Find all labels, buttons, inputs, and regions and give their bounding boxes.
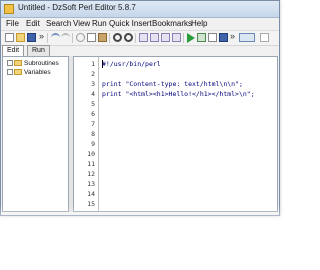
toolbar-separator xyxy=(183,33,184,43)
toolbar-overflow-icon[interactable]: » xyxy=(39,31,44,41)
line-number: 14 xyxy=(87,190,95,198)
line-number: 13 xyxy=(87,180,95,188)
menu-help[interactable]: Help xyxy=(191,19,207,28)
line-number: 10 xyxy=(87,150,95,158)
menu-search[interactable]: Search xyxy=(46,19,71,28)
find-icon[interactable] xyxy=(113,33,122,42)
save-output-icon[interactable] xyxy=(219,33,228,42)
undo-icon[interactable] xyxy=(51,33,60,42)
code-explorer-panel: Subroutines Variables xyxy=(2,56,69,212)
find-next-icon[interactable] xyxy=(124,33,133,42)
expand-box-icon[interactable] xyxy=(7,60,13,67)
line-number: 11 xyxy=(87,160,95,168)
line-number: 9 xyxy=(91,140,95,148)
save-icon[interactable] xyxy=(27,33,36,42)
redo-icon[interactable] xyxy=(61,33,70,42)
line-number: 8 xyxy=(91,130,95,138)
tab-run[interactable]: Run xyxy=(27,45,50,56)
expand-box-icon[interactable] xyxy=(7,69,13,76)
view-toggle-icon[interactable] xyxy=(239,33,255,42)
line-number: 5 xyxy=(91,100,95,108)
tree-item-label: Variables xyxy=(24,69,51,76)
line-number: 6 xyxy=(91,110,95,118)
cut-icon[interactable] xyxy=(76,33,85,42)
open-folder-icon[interactable] xyxy=(16,33,25,42)
line-number: 4 xyxy=(91,90,95,98)
code-line: print "<html><h1>Hello!</h1></html>\n"; xyxy=(102,90,255,98)
editor-window: Untitled - DzSoft Perl Editor 5.8.7 File… xyxy=(0,0,280,216)
menu-bar: File Edit Search View Run Quick Insert B… xyxy=(1,18,279,30)
line-number-gutter: 1 2 3 4 5 6 7 8 9 10 11 12 13 14 15 xyxy=(74,57,99,211)
uncomment-icon[interactable] xyxy=(172,33,181,42)
folder-icon xyxy=(14,60,22,67)
output-icon[interactable] xyxy=(208,33,217,42)
line-number: 2 xyxy=(91,70,95,78)
menu-run[interactable]: Run xyxy=(92,19,107,28)
line-number: 12 xyxy=(87,170,95,178)
toolbar: » » xyxy=(1,30,279,46)
folder-icon xyxy=(14,69,22,76)
code-editor[interactable]: 1 2 3 4 5 6 7 8 9 10 11 12 13 14 15 #!/u… xyxy=(73,56,278,212)
help-icon[interactable] xyxy=(260,33,269,42)
bottom-fade-overlay xyxy=(0,205,280,270)
paste-icon[interactable] xyxy=(98,33,107,42)
tree-item-label: Subroutines xyxy=(24,60,59,67)
outdent-icon[interactable] xyxy=(150,33,159,42)
menu-quick-insert[interactable]: Quick Insert xyxy=(109,19,152,28)
menu-bookmarks[interactable]: Bookmarks xyxy=(152,19,192,28)
title-bar: Untitled - DzSoft Perl Editor 5.8.7 xyxy=(1,1,279,18)
comment-icon[interactable] xyxy=(161,33,170,42)
toolbar-separator xyxy=(135,33,136,43)
code-line: #!/usr/bin/perl xyxy=(102,60,161,68)
copy-icon[interactable] xyxy=(87,33,96,42)
window-title: Untitled - DzSoft Perl Editor 5.8.7 xyxy=(18,3,136,12)
toolbar-separator xyxy=(47,33,48,43)
toolbar-overflow-icon[interactable]: » xyxy=(230,31,235,41)
run-icon[interactable] xyxy=(187,33,195,43)
app-icon xyxy=(4,4,14,14)
toolbar-separator xyxy=(72,33,73,43)
line-number: 3 xyxy=(91,80,95,88)
code-line: print "Content-type: text/html\n\n"; xyxy=(102,80,243,88)
tree-item-variables[interactable]: Variables xyxy=(7,69,51,76)
menu-file[interactable]: File xyxy=(6,19,19,28)
new-file-icon[interactable] xyxy=(5,33,14,42)
syntax-check-icon[interactable] xyxy=(197,33,206,42)
line-number: 7 xyxy=(91,120,95,128)
toolbar-separator xyxy=(109,33,110,43)
line-number: 1 xyxy=(91,60,95,68)
menu-edit[interactable]: Edit xyxy=(26,19,40,28)
menu-view[interactable]: View xyxy=(73,19,90,28)
indent-icon[interactable] xyxy=(139,33,148,42)
tree-item-subroutines[interactable]: Subroutines xyxy=(7,60,59,67)
